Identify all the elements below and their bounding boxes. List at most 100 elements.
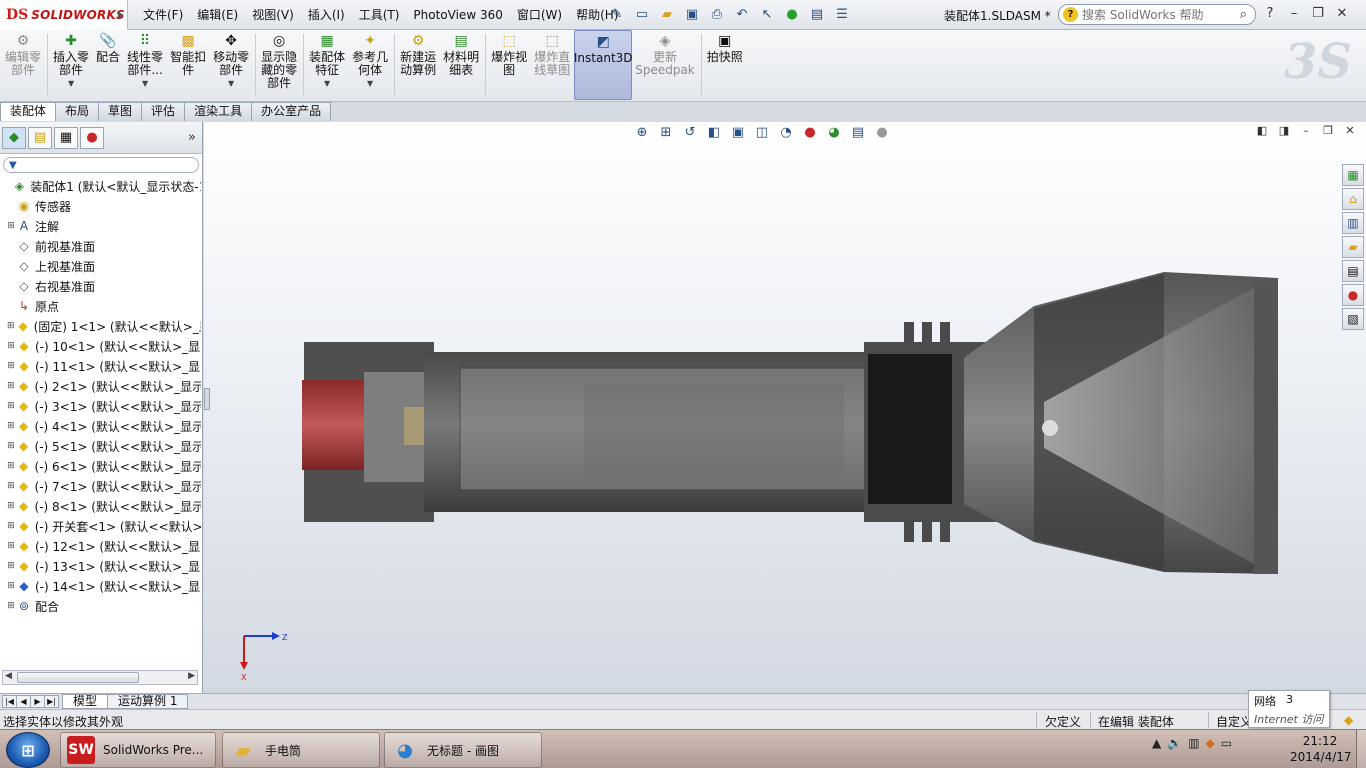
reference-geometry-button[interactable]: ✦ 参考几 何体 ▼ [349, 30, 392, 100]
property-manager-tab-icon[interactable]: ▤ [28, 126, 52, 149]
options-icon[interactable]: ☰ [831, 3, 853, 25]
menu-photoview[interactable]: PhotoView 360 [406, 5, 509, 25]
rebuild-icon[interactable]: ● [781, 3, 803, 25]
viewport-close-icon[interactable]: ✕ [1342, 122, 1358, 138]
horizontal-scrollbar[interactable]: ◀ ▶ [2, 670, 198, 685]
volume-icon[interactable]: 🔈 [1167, 736, 1182, 750]
tree-item[interactable]: ◇ 上视基准面 [0, 256, 201, 276]
expand-toggle-icon[interactable]: ⊞ [6, 581, 16, 591]
tree-item[interactable]: ⊞ ⊚ 配合 [0, 596, 201, 616]
configuration-tab-icon[interactable]: ▦ [54, 126, 78, 149]
tree-filter[interactable]: ▼ [3, 157, 199, 173]
dropdown-arrow-icon[interactable]: ▼ [367, 79, 373, 88]
bezel[interactable] [1254, 282, 1278, 574]
system-clock[interactable]: 21:12 2014/4/17 [1290, 733, 1352, 765]
taskbar-folder[interactable]: ▰ 手电筒 [222, 732, 380, 768]
expand-toggle-icon[interactable]: ⊞ [6, 401, 16, 411]
bill-of-materials-button[interactable]: ▤ 材料明 细表 [440, 30, 483, 100]
display-style-icon[interactable]: ◫ [752, 123, 772, 141]
tab-evaluate[interactable]: 评估 [141, 102, 186, 121]
tree-item[interactable]: ⊞ ◆ (-) 7<1> (默认<<默认>_显示 [0, 476, 201, 496]
close-button[interactable]: ✕ [1334, 4, 1350, 22]
section-view-icon[interactable]: ◧ [704, 123, 724, 141]
flashlight-model[interactable] [204, 122, 1366, 693]
expand-toggle-icon[interactable]: ⊞ [6, 361, 16, 371]
viewport-restore-icon[interactable]: ❐ [1320, 122, 1336, 138]
expand-toggle-icon[interactable]: ⊞ [6, 341, 16, 351]
tab-assembly[interactable]: 装配体 [0, 102, 57, 121]
help-search[interactable]: ? ⌕ [1058, 4, 1256, 25]
expand-toggle-icon[interactable]: ⊞ [6, 441, 16, 451]
explode-line-sketch-button[interactable]: ⬚ 爆炸直 线草图 [531, 30, 574, 100]
taskbar-solidworks[interactable]: SW SolidWorks Pre... [60, 732, 216, 768]
edit-appearance-icon[interactable]: ● [800, 123, 820, 141]
expand-toggle-icon[interactable]: ⊞ [6, 601, 16, 611]
realview-icon[interactable]: ● [872, 123, 892, 141]
expand-toggle-icon[interactable]: ⊞ [6, 561, 16, 571]
instant3d-button[interactable]: ◩ Instant3D [574, 30, 633, 100]
driver-board[interactable] [868, 354, 952, 504]
select-icon[interactable]: ↖ [756, 3, 778, 25]
menu-window[interactable]: 窗口(W) [510, 5, 569, 25]
viewport-split-right-icon[interactable]: ◨ [1276, 122, 1292, 138]
start-button[interactable]: ⊞ [6, 732, 50, 768]
viewport-split-left-icon[interactable]: ◧ [1254, 122, 1270, 138]
search-input[interactable] [1082, 7, 1222, 22]
show-hidden-components-button[interactable]: ◎ 显示隐 藏的零 部件 [258, 30, 301, 100]
appearances-icon[interactable]: ● [1342, 284, 1364, 306]
first-tab-icon[interactable]: |◀ [2, 695, 17, 708]
menu-tools[interactable]: 工具(T) [352, 5, 407, 25]
undo-icon[interactable]: ↶ [731, 3, 753, 25]
prev-tab-icon[interactable]: ◀ [16, 695, 31, 708]
help-button[interactable]: ? [1262, 4, 1278, 22]
network-icon[interactable]: ▥ [1188, 736, 1199, 750]
file-explorer-icon[interactable]: ▰ [1342, 236, 1364, 258]
tree-item[interactable]: ⊞ ◆ (-) 4<1> (默认<<默认>_显示 [0, 416, 201, 436]
next-tab-icon[interactable]: ▶ [30, 695, 45, 708]
tree-item[interactable]: ⊞ A 注解 [0, 216, 201, 236]
tree-item[interactable]: ⊞ ◆ (-) 10<1> (默认<<默认>_显 [0, 336, 201, 356]
logo-arrow-icon[interactable] [118, 11, 123, 19]
tree-item[interactable]: ↳ 原点 [0, 296, 201, 316]
update-speedpak-button[interactable]: ◈ 更新 Speedpak [632, 30, 699, 100]
apply-scene-icon[interactable]: ◕ [824, 123, 844, 141]
tree-item[interactable]: ⊞ ◆ (-) 2<1> (默认<<默认>_显示 [0, 376, 201, 396]
units-status[interactable]: 自定义 [1216, 713, 1252, 730]
expand-toggle-icon[interactable]: ⊞ [6, 321, 15, 331]
restore-button[interactable]: ❐ [1310, 4, 1326, 22]
scrollbar-thumb[interactable] [17, 672, 139, 683]
tree-item[interactable]: ⊞ ◆ (-) 6<1> (默认<<默认>_显示 [0, 456, 201, 476]
tab-render-tools[interactable]: 渲染工具 [184, 102, 253, 121]
tree-item[interactable]: ⊞ ◆ (-) 5<1> (默认<<默认>_显示 [0, 436, 201, 456]
taskbar-paint[interactable]: ◕ 无标题 - 画图 [384, 732, 542, 768]
edit-part-button[interactable]: ⚙ 编辑零 部件 [2, 30, 45, 100]
quick-tips-icon[interactable]: ◆ [1344, 713, 1353, 727]
smart-fastener-button[interactable]: ▩ 智能扣 件 [167, 30, 210, 100]
scroll-right-icon[interactable]: ▶ [188, 671, 195, 681]
tail-switch-cap[interactable] [302, 380, 364, 470]
save-icon[interactable]: ▣ [681, 3, 703, 25]
zoom-to-fit-icon[interactable]: ⊕ [632, 123, 652, 141]
view-settings-icon[interactable]: ▤ [848, 123, 868, 141]
expand-toggle-icon[interactable]: ⊞ [6, 501, 16, 511]
menu-file[interactable]: 文件(F) [136, 5, 190, 25]
viewport-minimize-icon[interactable]: – [1298, 122, 1314, 138]
dropdown-arrow-icon[interactable]: ▼ [68, 79, 74, 88]
design-library-icon[interactable]: ▥ [1342, 212, 1364, 234]
mate-button[interactable]: 📎 配合 [93, 30, 124, 100]
menu-insert[interactable]: 插入(I) [301, 5, 352, 25]
last-tab-icon[interactable]: ▶| [44, 695, 59, 708]
insert-component-button[interactable]: ✚ 插入零 部件 ▼ [50, 30, 93, 100]
hide-show-items-icon[interactable]: ◔ [776, 123, 796, 141]
view-palette-icon[interactable]: ▤ [1342, 260, 1364, 282]
dropdown-arrow-icon[interactable]: ▼ [324, 79, 330, 88]
resources-icon[interactable]: ▦ [1342, 164, 1364, 186]
expand-toggle-icon[interactable]: ⊞ [6, 541, 16, 551]
exploded-view-button[interactable]: ⬚ 爆炸视 图 [488, 30, 531, 100]
tree-item[interactable]: ⊞ ◆ (-) 开关套<1> (默认<<默认> [0, 516, 201, 536]
security-icon[interactable]: ◆ [1206, 736, 1215, 750]
file-properties-icon[interactable]: ▤ [806, 3, 828, 25]
tree-item[interactable]: ⊞ ◆ (-) 3<1> (默认<<默认>_显示 [0, 396, 201, 416]
expand-panel-icon[interactable]: » [188, 130, 196, 145]
take-snapshot-button[interactable]: ▣ 拍快照 [704, 30, 747, 100]
